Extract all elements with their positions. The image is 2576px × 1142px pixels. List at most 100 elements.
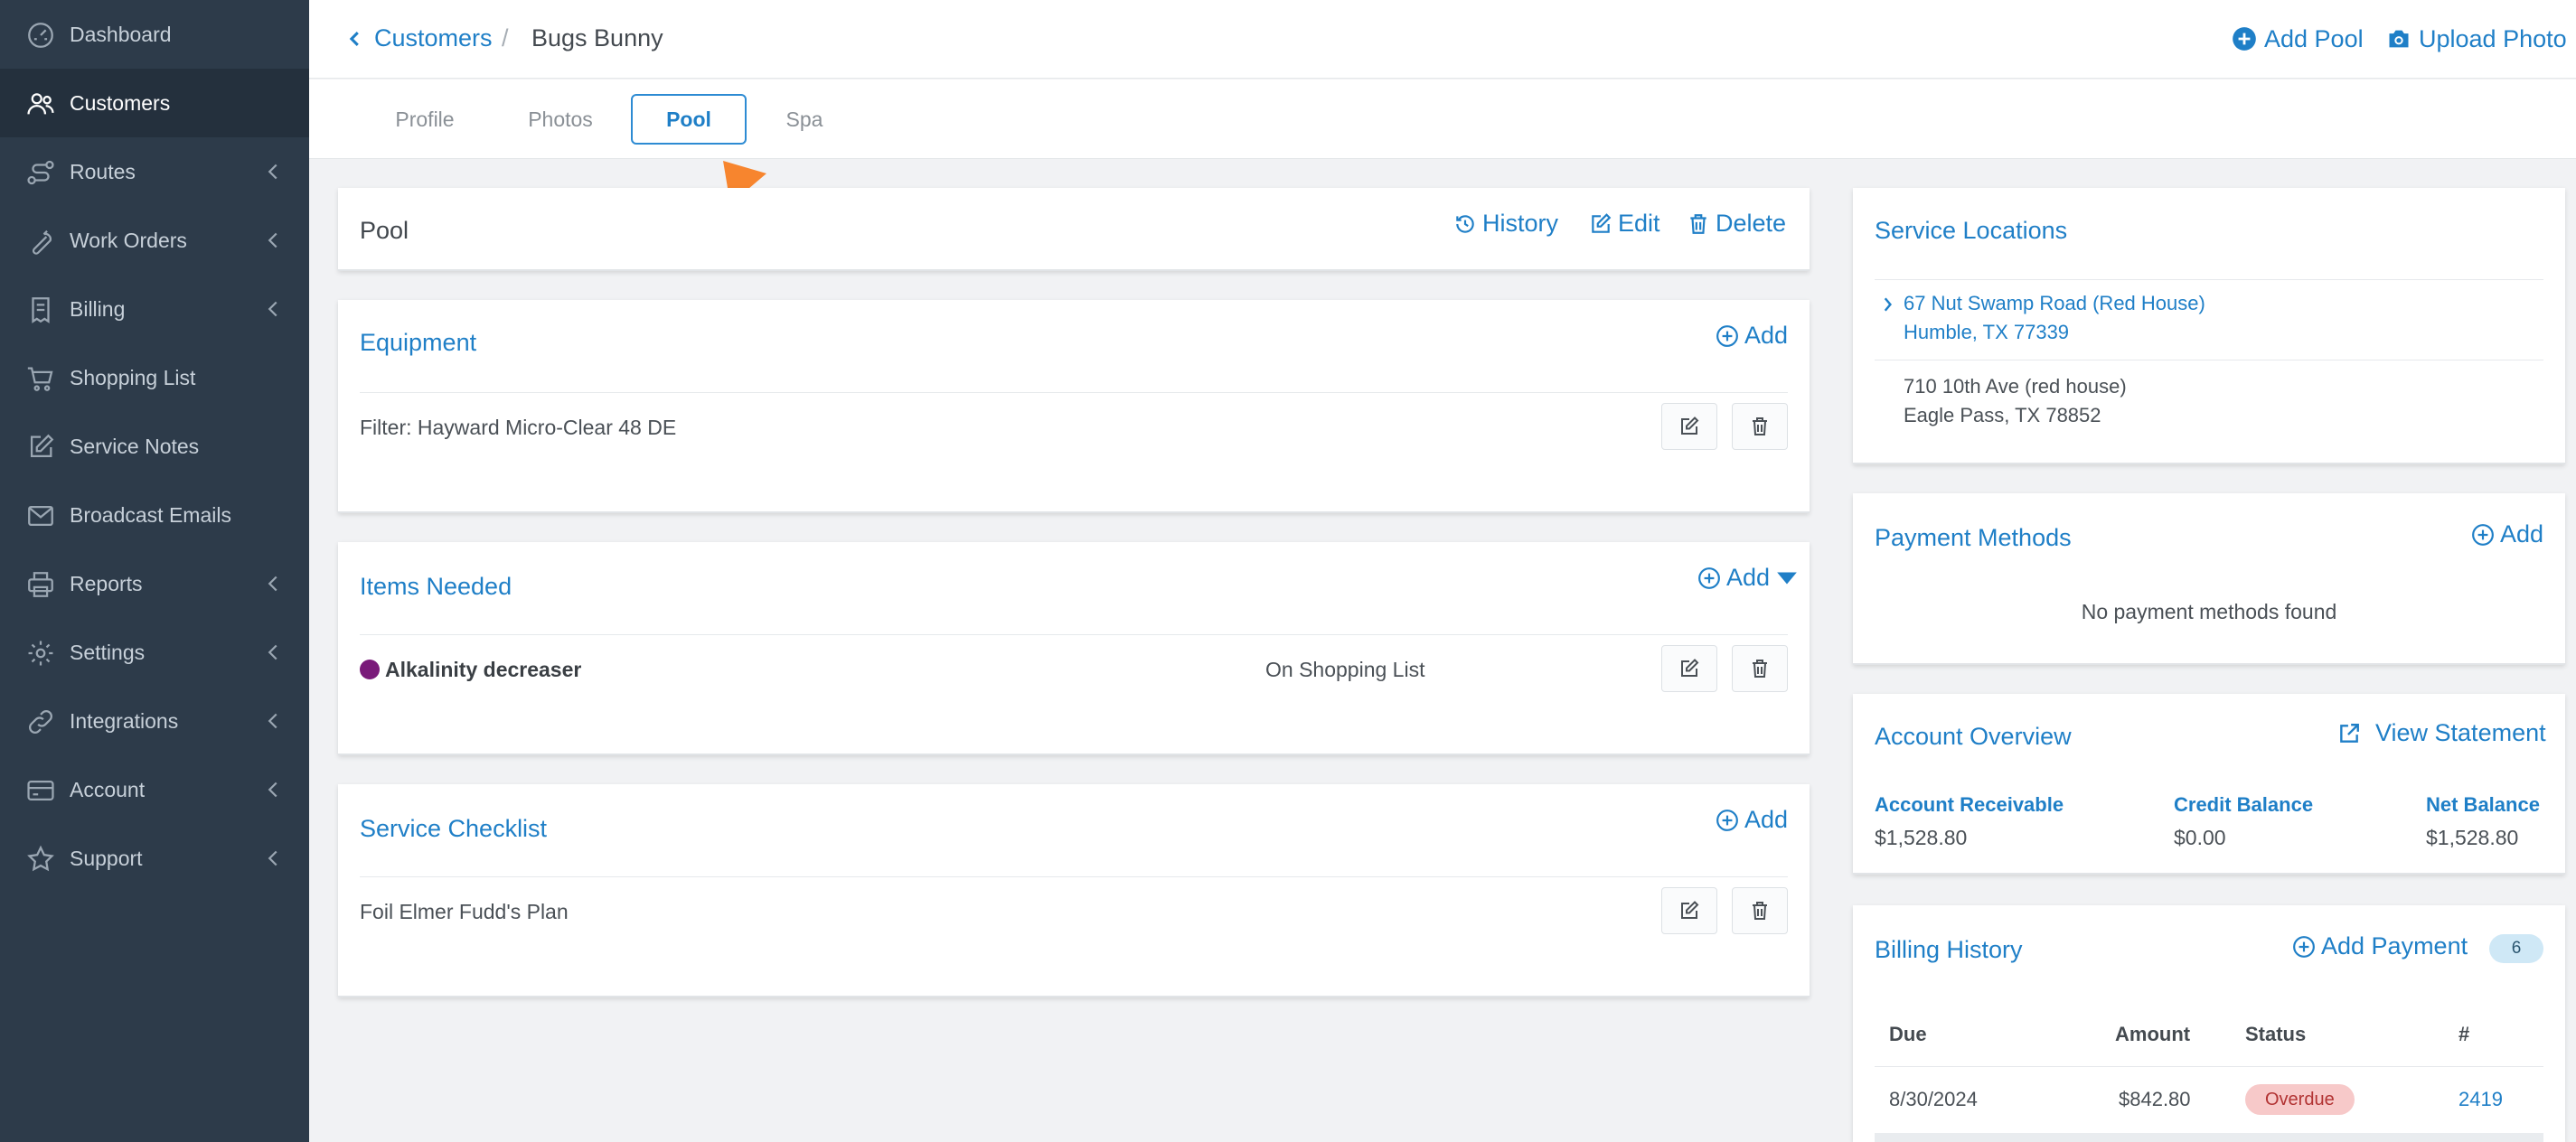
- column-header-due: Due: [1889, 1023, 1927, 1045]
- chevron-left-icon[interactable]: [348, 29, 362, 49]
- billing-history-title: Billing History: [1875, 936, 2023, 963]
- tab-pool[interactable]: Pool: [631, 94, 747, 145]
- sidebar: Dashboard Customers Routes Work Orders B…: [0, 0, 309, 1142]
- route-icon: [25, 157, 56, 188]
- sidebar-item-routes[interactable]: Routes: [0, 137, 309, 206]
- plus-circle-icon: [2232, 26, 2264, 51]
- camera-icon: [2386, 26, 2419, 51]
- sidebar-item-integrations[interactable]: Integrations: [0, 687, 309, 755]
- sidebar-item-work-orders[interactable]: Work Orders: [0, 206, 309, 275]
- item-needed-name: Alkalinity decreaser: [385, 658, 582, 681]
- sidebar-item-label: Service Notes: [70, 434, 200, 458]
- divider: [1875, 279, 2543, 280]
- tab-spa[interactable]: Spa: [768, 94, 841, 145]
- divider: [360, 392, 1788, 393]
- plus-circle-icon: [2292, 935, 2321, 959]
- add-payment-method-button[interactable]: Add: [2471, 520, 2543, 548]
- chevron-left-icon: [265, 300, 281, 318]
- sidebar-item-billing[interactable]: Billing: [0, 275, 309, 343]
- delete-pool-button[interactable]: Delete: [1687, 210, 1786, 238]
- divider: [360, 634, 1788, 635]
- sidebar-item-shopping-list[interactable]: Shopping List: [0, 343, 309, 412]
- add-label: Add: [1744, 806, 1789, 833]
- edit-label: Edit: [1618, 210, 1660, 237]
- edit-icon: [1678, 416, 1700, 437]
- no-payment-methods-text: No payment methods found: [2081, 600, 2337, 623]
- history-button[interactable]: History: [1453, 210, 1558, 238]
- add-payment-button[interactable]: Add Payment: [2292, 932, 2468, 960]
- edit-pool-button[interactable]: Edit: [1589, 210, 1660, 238]
- location-line2-link[interactable]: Humble, TX 77339: [1904, 318, 2069, 347]
- add-label: Add: [2500, 520, 2544, 548]
- view-statement-link[interactable]: View Statement: [2337, 719, 2546, 747]
- plus-circle-icon: [1697, 566, 1726, 590]
- sidebar-item-broadcast-emails[interactable]: Broadcast Emails: [0, 481, 309, 549]
- invoice-number-link[interactable]: 2419: [2458, 1088, 2503, 1111]
- chevron-left-icon: [265, 163, 281, 181]
- service-locations-card: Service Locations 67 Nut Swamp Road (Red…: [1853, 188, 2565, 464]
- billing-count-badge: 6: [2489, 934, 2543, 963]
- edit-equipment-button[interactable]: [1661, 403, 1717, 450]
- receipt-icon: [25, 295, 56, 325]
- caret-down-icon: [1775, 566, 1804, 590]
- pool-card: Pool History Edit Delete: [338, 188, 1810, 271]
- gear-icon: [25, 638, 56, 669]
- chevron-right-icon[interactable]: [1882, 296, 1893, 313]
- breadcrumb-customers-link[interactable]: Customers: [374, 24, 493, 52]
- sidebar-item-dashboard[interactable]: Dashboard: [0, 0, 309, 69]
- wrench-icon: [25, 226, 56, 257]
- chevron-left-icon: [265, 781, 281, 799]
- chevron-left-icon: [265, 712, 281, 730]
- payment-methods-card: Payment Methods Add No payment methods f…: [1853, 493, 2565, 665]
- column-header-number: #: [2458, 1023, 2470, 1045]
- tab-profile[interactable]: Profile: [371, 94, 479, 145]
- credit-balance-label: Credit Balance: [2174, 793, 2314, 816]
- row-separator: [1875, 1133, 2543, 1142]
- sidebar-item-settings[interactable]: Settings: [0, 618, 309, 687]
- sidebar-item-label: Reports: [70, 571, 143, 595]
- sidebar-item-support[interactable]: Support: [0, 824, 309, 893]
- sidebar-item-service-notes[interactable]: Service Notes: [0, 412, 309, 481]
- dashboard-icon: [25, 20, 56, 51]
- edit-icon: [1678, 900, 1700, 922]
- billing-history-card: Billing History Add Payment 6 Due Amount…: [1853, 905, 2565, 1142]
- equipment-title: Equipment: [360, 329, 477, 356]
- add-item-needed-dropdown[interactable]: Add: [1697, 564, 1804, 592]
- add-label: Add: [1726, 564, 1771, 591]
- envelope-icon: [25, 501, 56, 531]
- location-line2: Eagle Pass, TX 78852: [1904, 404, 2101, 426]
- add-equipment-button[interactable]: Add: [1716, 322, 1788, 350]
- sidebar-item-label: Account: [70, 777, 146, 801]
- delete-checklist-button[interactable]: [1732, 887, 1788, 934]
- edit-checklist-button[interactable]: [1661, 887, 1717, 934]
- edit-item-needed-button[interactable]: [1661, 645, 1717, 692]
- net-balance-label: Net Balance: [2426, 793, 2540, 816]
- column-header-amount: Amount: [2115, 1023, 2191, 1045]
- chevron-left-icon: [265, 643, 281, 661]
- sidebar-item-label: Billing: [70, 296, 126, 321]
- edit-icon: [1589, 212, 1618, 236]
- add-pool-button[interactable]: Add Pool: [2232, 24, 2364, 53]
- credit-card-icon: [25, 775, 56, 806]
- history-label: History: [1482, 210, 1559, 237]
- payment-methods-title: Payment Methods: [1875, 524, 2072, 551]
- link-icon: [25, 707, 56, 737]
- add-checklist-button[interactable]: Add: [1716, 806, 1788, 834]
- location-line1-link[interactable]: 67 Nut Swamp Road (Red House): [1904, 289, 2205, 318]
- sidebar-item-account[interactable]: Account: [0, 755, 309, 824]
- sidebar-item-reports[interactable]: Reports: [0, 549, 309, 618]
- sidebar-item-customers[interactable]: Customers: [0, 69, 309, 137]
- account-overview-card: Account Overview View Statement Account …: [1853, 694, 2565, 875]
- upload-photo-button[interactable]: Upload Photo: [2386, 24, 2567, 53]
- delete-item-needed-button[interactable]: [1732, 645, 1788, 692]
- item-needed-status: On Shopping List: [1265, 658, 1425, 681]
- delete-equipment-button[interactable]: [1732, 403, 1788, 450]
- service-checklist-title: Service Checklist: [360, 815, 548, 842]
- account-receivable-label: Account Receivable: [1875, 793, 2064, 816]
- trash-icon: [1749, 900, 1771, 922]
- history-icon: [1453, 212, 1482, 236]
- equipment-item: Filter: Hayward Micro-Clear 48 DE: [360, 416, 677, 439]
- sidebar-item-label: Customers: [70, 90, 171, 115]
- sidebar-item-label: Shopping List: [70, 365, 196, 389]
- tab-photos[interactable]: Photos: [502, 94, 619, 145]
